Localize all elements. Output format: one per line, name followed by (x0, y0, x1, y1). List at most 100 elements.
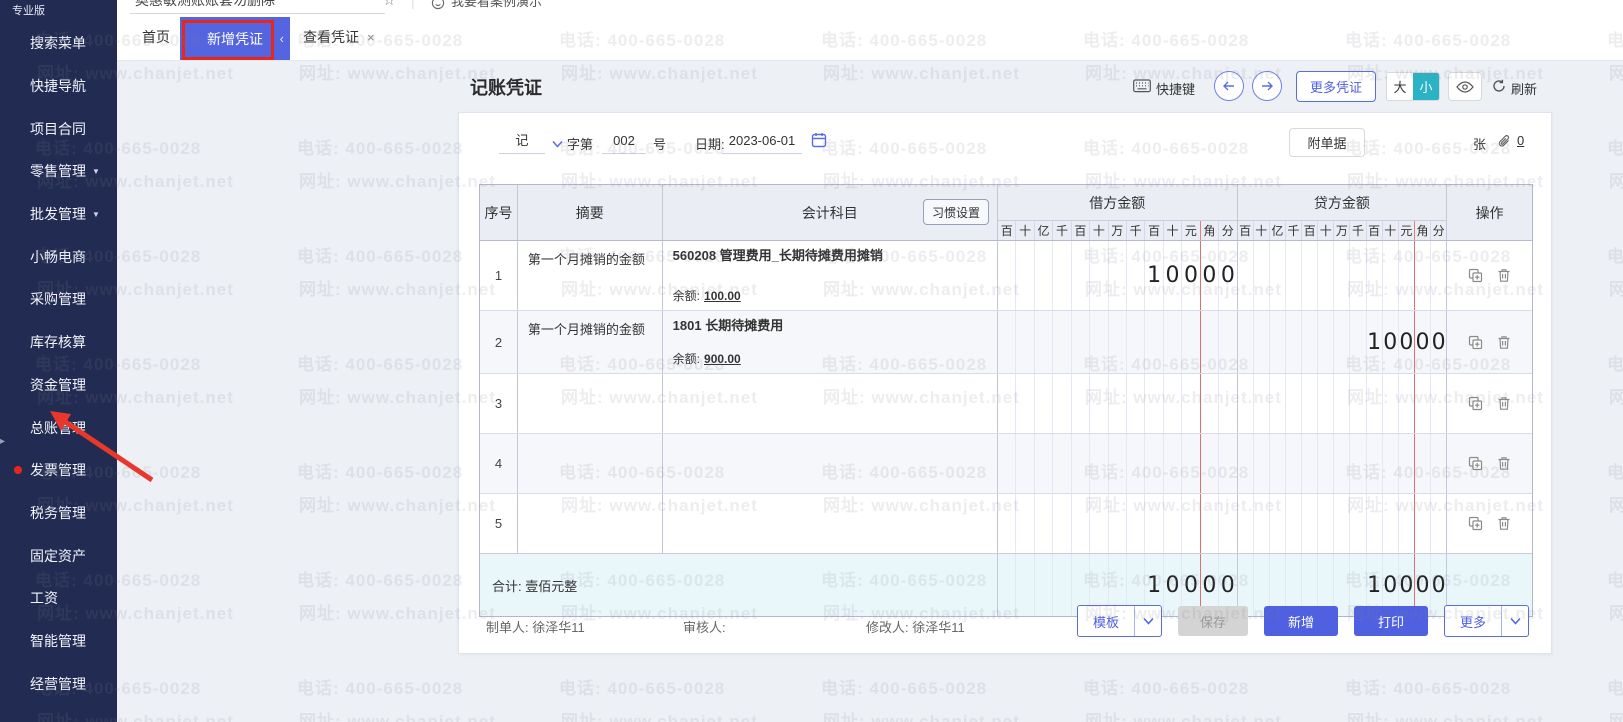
amount-digit-cell[interactable] (1109, 374, 1127, 433)
sidebar-item-12[interactable]: 固定资产 (0, 534, 117, 577)
amount-digit-cell[interactable] (1270, 374, 1286, 433)
amount-digit-cell[interactable] (1383, 241, 1399, 310)
amount-digit-cell[interactable] (1367, 494, 1383, 553)
amount-digit-cell[interactable] (1201, 311, 1220, 373)
amount-digit-cell[interactable] (1302, 494, 1319, 553)
amount-digit-cell[interactable] (1350, 241, 1367, 310)
tab-view-voucher[interactable]: 查看凭证 × (295, 14, 383, 60)
delete-row-icon[interactable] (1495, 455, 1513, 473)
amount-digit-cell[interactable] (1016, 554, 1035, 616)
amount-digit-cell[interactable] (1238, 311, 1254, 373)
amount-digit-cell[interactable] (1127, 434, 1146, 493)
amount-digit-cell[interactable] (1286, 374, 1303, 433)
voucher-number-field[interactable]: 002 (602, 129, 646, 154)
amount-digit-cell[interactable] (1164, 434, 1183, 493)
template-button[interactable]: 模板 (1077, 605, 1162, 637)
account-name[interactable]: 奥惠敏测账账套勿删除 (135, 0, 275, 10)
credit-amount-grid[interactable] (1238, 434, 1447, 493)
amount-digit-cell[interactable] (1254, 494, 1270, 553)
credit-amount-grid[interactable]: 10000 (1238, 311, 1447, 373)
sidebar-item-5[interactable]: 小畅电商 (0, 235, 117, 278)
amount-digit-cell[interactable] (1270, 241, 1286, 310)
save-button[interactable]: 保存 (1178, 606, 1248, 636)
amount-digit-cell[interactable] (1270, 311, 1286, 373)
amount-digit-cell[interactable] (1367, 434, 1383, 493)
amount-digit-cell[interactable] (1016, 374, 1035, 433)
credit-amount-grid[interactable] (1238, 494, 1447, 553)
amount-digit-cell[interactable]: 0 (1399, 311, 1415, 373)
amount-digit-cell[interactable] (1270, 434, 1286, 493)
chevron-down-icon[interactable] (552, 135, 563, 153)
amount-digit-cell[interactable]: 0 (1415, 311, 1432, 373)
print-button[interactable]: 打印 (1354, 606, 1428, 636)
demo-link[interactable]: 我要看案例演示 (451, 0, 542, 10)
voucher-word-field[interactable]: 记 (499, 129, 545, 154)
row-summary[interactable] (518, 374, 663, 433)
amount-digit-cell[interactable] (1350, 434, 1367, 493)
add-button[interactable]: 新增 (1264, 606, 1338, 636)
sidebar-item-8[interactable]: 资金管理 (0, 364, 117, 407)
amount-digit-cell[interactable] (1035, 311, 1054, 373)
amount-digit-cell[interactable] (1254, 434, 1270, 493)
amount-digit-cell[interactable] (1016, 241, 1035, 310)
amount-digit-cell[interactable] (1270, 494, 1286, 553)
amount-digit-cell[interactable] (1302, 374, 1319, 433)
amount-digit-cell[interactable] (1127, 374, 1146, 433)
amount-digit-cell[interactable] (1254, 311, 1270, 373)
amount-digit-cell[interactable] (1350, 374, 1367, 433)
amount-digit-cell[interactable] (1072, 374, 1091, 433)
sidebar-item-6[interactable]: 采购管理 (0, 278, 117, 321)
amount-digit-cell[interactable] (1072, 241, 1091, 310)
amount-digit-cell[interactable] (1035, 241, 1054, 310)
star-icon[interactable]: ☆ (383, 0, 396, 9)
delete-row-icon[interactable] (1495, 515, 1513, 533)
amount-digit-cell[interactable] (1201, 494, 1220, 553)
amount-digit-cell[interactable] (1201, 374, 1220, 433)
amount-digit-cell[interactable] (1053, 374, 1072, 433)
amount-digit-cell[interactable] (1399, 374, 1415, 433)
amount-digit-cell[interactable] (1350, 494, 1367, 553)
amount-digit-cell[interactable] (1035, 374, 1054, 433)
amount-digit-cell[interactable] (1399, 241, 1415, 310)
amount-digit-cell[interactable] (1164, 374, 1183, 433)
row-account[interactable] (663, 494, 999, 553)
row-summary[interactable]: 第一个月摊销的金额 (518, 311, 663, 373)
amount-digit-cell[interactable] (1334, 434, 1351, 493)
amount-digit-cell[interactable] (1053, 494, 1072, 553)
amount-digit-cell[interactable] (1072, 494, 1091, 553)
sidebar-collapse-handle[interactable]: ▸ (0, 436, 5, 447)
sidebar-item-7[interactable]: 库存核算 (0, 321, 117, 364)
amount-digit-cell[interactable] (1090, 494, 1109, 553)
amount-digit-cell[interactable] (998, 554, 1017, 616)
row-account[interactable] (663, 434, 999, 493)
sidebar-item-14[interactable]: 智能管理 (0, 620, 117, 663)
amount-digit-cell[interactable] (998, 241, 1017, 310)
amount-digit-cell[interactable] (1367, 241, 1383, 310)
row-account[interactable]: 560208 管理费用_长期待摊费用摊销 余额: 100.00 (663, 241, 999, 310)
amount-digit-cell[interactable] (1334, 311, 1351, 373)
amount-digit-cell[interactable] (1090, 311, 1109, 373)
amount-digit-cell[interactable] (1219, 374, 1236, 433)
amount-digit-cell[interactable] (1145, 374, 1164, 433)
copy-row-icon[interactable] (1467, 267, 1485, 285)
amount-digit-cell[interactable] (1286, 494, 1303, 553)
sidebar-item-11[interactable]: 税务管理 (0, 492, 117, 535)
previous-voucher-button[interactable] (1214, 71, 1244, 101)
amount-digit-cell[interactable] (1367, 374, 1383, 433)
amount-digit-cell[interactable] (998, 374, 1017, 433)
tab-close-icon[interactable]: × (367, 30, 375, 45)
sidebar-item-13[interactable]: 工资 (0, 577, 117, 620)
row-account[interactable] (663, 374, 999, 433)
copy-row-icon[interactable] (1467, 455, 1485, 473)
attachment-count[interactable]: 0 (1517, 133, 1524, 148)
amount-digit-cell[interactable] (1238, 241, 1254, 310)
amount-digit-cell[interactable] (1318, 434, 1335, 493)
row-summary[interactable] (518, 494, 663, 553)
amount-digit-cell[interactable] (1399, 434, 1415, 493)
amount-digit-cell[interactable] (1334, 241, 1351, 310)
debit-amount-grid[interactable] (998, 374, 1237, 433)
amount-digit-cell[interactable] (1399, 494, 1415, 553)
amount-digit-cell[interactable] (1127, 241, 1146, 310)
sidebar-item-2[interactable]: 项目合同 (0, 107, 117, 150)
amount-digit-cell[interactable] (1219, 311, 1236, 373)
